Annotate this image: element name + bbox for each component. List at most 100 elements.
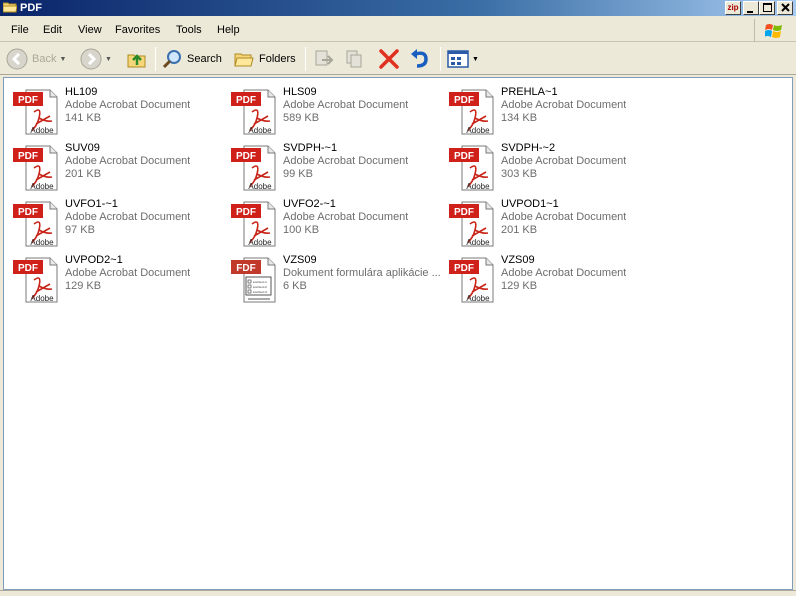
file-name: HL109 [65,86,98,98]
file-name: PREHLA~1 [501,86,558,98]
file-item[interactable]: PDF Adobe SVDPH-~1 Adobe Acrobat Document… [226,140,441,192]
file-name: SVDPH-~2 [501,142,556,154]
file-item[interactable]: PDF Adobe VZS09 Adobe Acrobat Document 129… [444,252,659,304]
pdf-badge-text: PDF [454,263,474,274]
minimize-button[interactable] [743,1,759,15]
adobe-text: Adobe [248,126,272,135]
file-type: Adobe Acrobat Document [283,211,409,223]
status-bar [0,590,796,596]
toolbar-separator [305,47,306,71]
up-folder-button[interactable] [126,46,148,72]
file-size: 201 KB [501,224,538,236]
file-item[interactable]: PDF Adobe SVDPH-~2 Adobe Acrobat Document… [444,140,659,192]
adobe-text: Adobe [248,182,272,191]
file-item[interactable]: PDF Adobe PREHLA~1 Adobe Acrobat Document… [444,84,659,136]
explorer-window: PDF zip File Edit View Favorites Tools H… [0,0,796,596]
menu-edit[interactable]: Edit [43,24,62,37]
title-bar[interactable]: PDF zip [0,0,796,16]
menu-view[interactable]: View [78,24,102,37]
back-arrow-icon [6,48,28,70]
menu-help[interactable]: Help [217,24,240,37]
back-dropdown-icon[interactable]: ▼ [59,56,66,63]
adobe-text: Adobe [466,182,490,191]
pdf-badge-text: PDF [454,207,474,218]
file-item[interactable]: PDF Adobe UVPOD1~1 Adobe Acrobat Document… [444,196,659,248]
pdf-badge-text: PDF [18,151,38,162]
minimize-icon [747,11,753,13]
file-size: 141 KB [65,112,102,124]
zip-button[interactable]: zip [725,1,741,15]
file-type: Dokument formulára aplikácie ... [283,267,441,279]
copy-to-button[interactable] [344,46,366,72]
views-icon [447,50,469,68]
pdf-badge-text: PDF [18,263,38,274]
zip-label: zip [727,3,739,12]
forward-button[interactable]: ▼ [80,46,112,72]
forward-dropdown-icon[interactable]: ▼ [105,56,112,63]
file-name: SUV09 [65,142,100,154]
back-label: Back [32,53,57,65]
file-name: UVFO2-~1 [283,198,336,210]
file-size: 100 KB [283,224,320,236]
windows-logo [754,19,792,42]
file-type: Adobe Acrobat Document [501,267,627,279]
pdf-file-icon: PDF Adobe [13,201,58,247]
adobe-text: Adobe [248,238,272,247]
undo-button[interactable] [409,46,431,72]
menu-tools[interactable]: Tools [176,24,202,37]
file-type: Adobe Acrobat Document [65,99,191,111]
window-title: PDF [20,2,42,14]
views-dropdown-icon[interactable]: ▼ [472,56,479,63]
file-item[interactable]: PDF Adobe HL109 Adobe Acrobat Document 141… [8,84,223,136]
menu-file[interactable]: File [11,24,29,37]
move-to-button[interactable] [313,46,335,72]
pdf-file-icon: PDF Adobe [13,257,58,303]
pdf-file-icon: PDF Adobe [449,145,494,191]
menu-favorites[interactable]: Favorites [115,24,160,37]
folders-button[interactable]: Folders [233,46,296,72]
file-size: 201 KB [65,168,102,180]
file-item[interactable]: PDF Adobe UVFO1-~1 Adobe Acrobat Document… [8,196,223,248]
file-size: 97 KB [65,224,95,236]
close-button[interactable] [777,1,793,15]
pdf-file-icon: PDF Adobe [449,89,494,135]
pdf-badge-text: PDF [18,95,38,106]
adobe-text: Adobe [466,294,490,303]
file-type: Adobe Acrobat Document [501,99,627,111]
pdf-badge-text: PDF [454,151,474,162]
pdf-file-icon: PDF Adobe [231,89,276,135]
maximize-icon [762,3,772,12]
file-item[interactable]: PDF Adobe HLS09 Adobe Acrobat Document 589… [226,84,441,136]
file-size: 589 KB [283,112,320,124]
windows-flag-icon [765,24,782,38]
search-button[interactable]: Search [161,46,222,72]
file-item[interactable]: PDF Adobe SUV09 Adobe Acrobat Document 201… [8,140,223,192]
file-name: HLS09 [283,86,317,98]
undo-icon [411,49,428,68]
pdf-file-icon: PDF Adobe [13,89,58,135]
close-icon [780,3,790,12]
back-button[interactable]: Back ▼ [6,46,66,72]
pdf-badge-text: PDF [454,95,474,106]
delete-x-icon [379,49,399,69]
file-size: 6 KB [283,280,307,292]
copy-to-icon [346,50,362,68]
forward-arrow-icon [80,48,102,70]
views-button[interactable]: ▼ [447,46,479,72]
file-list-pane[interactable]: PDF Adobe HL109 Adobe Acrobat Document 141… [3,77,793,590]
toolbar-separator [155,47,156,71]
file-item[interactable]: PDF Adobe UVFO2-~1 Adobe Acrobat Document… [226,196,441,248]
pdf-badge-text: PDF [236,95,256,106]
maximize-button[interactable] [759,1,775,15]
up-folder-icon [127,54,146,68]
file-type: Adobe Acrobat Document [65,267,191,279]
toolbar: Back ▼ ▼ Search Folders ▼ [0,43,796,75]
file-item[interactable]: PDF Adobe UVPOD2~1 Adobe Acrobat Document… [8,252,223,304]
file-size: 134 KB [501,112,538,124]
delete-button[interactable] [378,46,400,72]
pdf-file-icon: PDF Adobe [449,257,494,303]
pdf-file-icon: PDF Adobe [449,201,494,247]
folders-icon [234,53,254,67]
file-name: UVPOD1~1 [501,198,559,210]
file-item[interactable]: FDF List Item 1 List Item 2 List Item 3 … [226,252,441,304]
